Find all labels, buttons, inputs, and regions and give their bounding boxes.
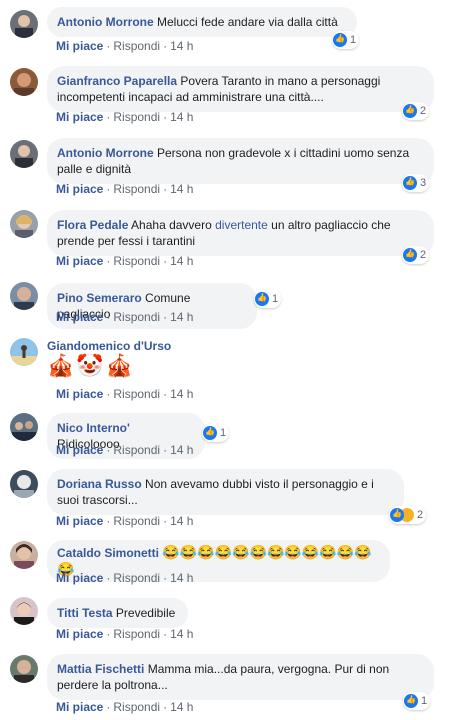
- like-link[interactable]: Mi piace: [56, 387, 103, 401]
- reaction-count[interactable]: 1: [403, 692, 431, 710]
- reply-link[interactable]: Rispondi: [113, 700, 160, 714]
- reaction-count[interactable]: 2: [389, 506, 427, 524]
- comment-author[interactable]: Pino Semeraro: [57, 291, 142, 305]
- comment-bubble: Giandomenico d'Urso 🎪🤡🎪: [47, 338, 247, 378]
- comment-actions: Mi piace · Rispondi · 14 h: [56, 571, 194, 585]
- avatar[interactable]: [10, 470, 38, 498]
- timestamp[interactable]: 14 h: [170, 700, 193, 714]
- like-icon: [390, 508, 404, 522]
- like-icon: [403, 248, 417, 262]
- like-icon: [403, 104, 417, 118]
- avatar[interactable]: [10, 597, 38, 625]
- comment-author[interactable]: Antonio Morrone: [57, 146, 154, 160]
- timestamp[interactable]: 14 h: [170, 110, 193, 124]
- like-link[interactable]: Mi piace: [56, 254, 103, 268]
- timestamp[interactable]: 14 h: [170, 39, 193, 53]
- reply-link[interactable]: Rispondi: [113, 514, 160, 528]
- like-link[interactable]: Mi piace: [56, 39, 103, 53]
- timestamp[interactable]: 14 h: [170, 310, 193, 324]
- like-link[interactable]: Mi piace: [56, 443, 103, 457]
- comment-author[interactable]: Nico Interno': [57, 421, 130, 435]
- comment-actions: Mi piace · Rispondi · 14 h: [56, 310, 194, 324]
- like-icon: [333, 33, 347, 47]
- reply-link[interactable]: Rispondi: [113, 627, 160, 641]
- comment-bubble: Antonio Morrone Persona non gradevole x …: [47, 138, 434, 184]
- comment-text: Prevedibile: [115, 606, 176, 620]
- timestamp[interactable]: 14 h: [170, 514, 193, 528]
- like-link[interactable]: Mi piace: [56, 310, 103, 324]
- comment-bubble: Doriana Russo Non avevamo dubbi visto il…: [47, 469, 404, 515]
- comment-author[interactable]: Titti Testa: [57, 606, 113, 620]
- comment-actions: Mi piace · Rispondi · 14 h: [56, 627, 194, 641]
- timestamp[interactable]: 14 h: [170, 387, 193, 401]
- avatar[interactable]: [10, 210, 38, 238]
- comment-text: Ahaha davvero: [131, 218, 216, 232]
- avatar[interactable]: [10, 541, 38, 569]
- reply-link[interactable]: Rispondi: [113, 110, 160, 124]
- timestamp[interactable]: 14 h: [170, 443, 193, 457]
- reaction-count[interactable]: 1: [332, 31, 360, 49]
- comment-text: Melucci fede andare via dalla città: [157, 15, 338, 29]
- like-link[interactable]: Mi piace: [56, 514, 103, 528]
- avatar[interactable]: [10, 282, 38, 310]
- avatar[interactable]: [10, 140, 38, 168]
- timestamp[interactable]: 14 h: [170, 254, 193, 268]
- comment-link[interactable]: divertente: [215, 218, 268, 232]
- reaction-count[interactable]: 1: [254, 290, 282, 308]
- like-link[interactable]: Mi piace: [56, 627, 103, 641]
- reaction-count[interactable]: 2: [402, 102, 430, 120]
- avatar[interactable]: [10, 413, 38, 441]
- like-icon: [203, 426, 217, 440]
- reaction-count[interactable]: 2: [402, 246, 430, 264]
- comment-actions: Mi piace · Rispondi · 14 h: [56, 39, 194, 53]
- comment-actions: Mi piace · Rispondi · 14 h: [56, 443, 194, 457]
- reply-link[interactable]: Rispondi: [113, 254, 160, 268]
- comment-author[interactable]: Flora Pedale: [57, 218, 128, 232]
- comment-author[interactable]: Antonio Morrone: [57, 15, 154, 29]
- timestamp[interactable]: 14 h: [170, 627, 193, 641]
- reply-link[interactable]: Rispondi: [113, 182, 160, 196]
- avatar[interactable]: [10, 10, 38, 38]
- like-icon: [404, 694, 418, 708]
- comment-author[interactable]: Gianfranco Paparella: [57, 74, 177, 88]
- comment-actions: Mi piace · Rispondi · 14 h: [56, 182, 194, 196]
- reply-link[interactable]: Rispondi: [113, 571, 160, 585]
- reaction-count[interactable]: 1: [202, 424, 230, 442]
- comment-bubble: Titti Testa Prevedibile: [47, 598, 188, 628]
- comment-actions: Mi piace · Rispondi · 14 h: [56, 254, 194, 268]
- like-link[interactable]: Mi piace: [56, 182, 103, 196]
- reply-link[interactable]: Rispondi: [113, 387, 160, 401]
- timestamp[interactable]: 14 h: [170, 571, 193, 585]
- like-icon: [255, 292, 269, 306]
- like-link[interactable]: Mi piace: [56, 110, 103, 124]
- comment-author[interactable]: Giandomenico d'Urso: [47, 339, 171, 353]
- comment-bubble: Gianfranco Paparella Povera Taranto in m…: [47, 66, 434, 112]
- like-icon: [403, 176, 417, 190]
- reply-link[interactable]: Rispondi: [113, 443, 160, 457]
- reply-link[interactable]: Rispondi: [113, 39, 160, 53]
- avatar[interactable]: [10, 655, 38, 683]
- like-link[interactable]: Mi piace: [56, 700, 103, 714]
- comment-actions: Mi piace · Rispondi · 14 h: [56, 700, 194, 714]
- avatar[interactable]: [10, 68, 38, 96]
- emoji-text: 🎪🤡🎪: [47, 353, 136, 378]
- comment-actions: Mi piace · Rispondi · 14 h: [56, 387, 194, 401]
- comment-author[interactable]: Mattia Fischetti: [57, 662, 144, 676]
- comment-bubble: Antonio Morrone Melucci fede andare via …: [47, 7, 357, 37]
- avatar[interactable]: [10, 338, 38, 366]
- reaction-count[interactable]: 3: [402, 174, 430, 192]
- like-link[interactable]: Mi piace: [56, 571, 103, 585]
- comment-actions: Mi piace · Rispondi · 14 h: [56, 110, 194, 124]
- comment-bubble: Flora Pedale Ahaha davvero divertente un…: [47, 210, 434, 256]
- reply-link[interactable]: Rispondi: [113, 310, 160, 324]
- comment-bubble: Mattia Fischetti Mamma mia...da paura, v…: [47, 654, 434, 700]
- comment-author[interactable]: Doriana Russo: [57, 477, 142, 491]
- comment-actions: Mi piace · Rispondi · 14 h: [56, 514, 194, 528]
- comment-author[interactable]: Cataldo Simonetti: [57, 546, 159, 560]
- timestamp[interactable]: 14 h: [170, 182, 193, 196]
